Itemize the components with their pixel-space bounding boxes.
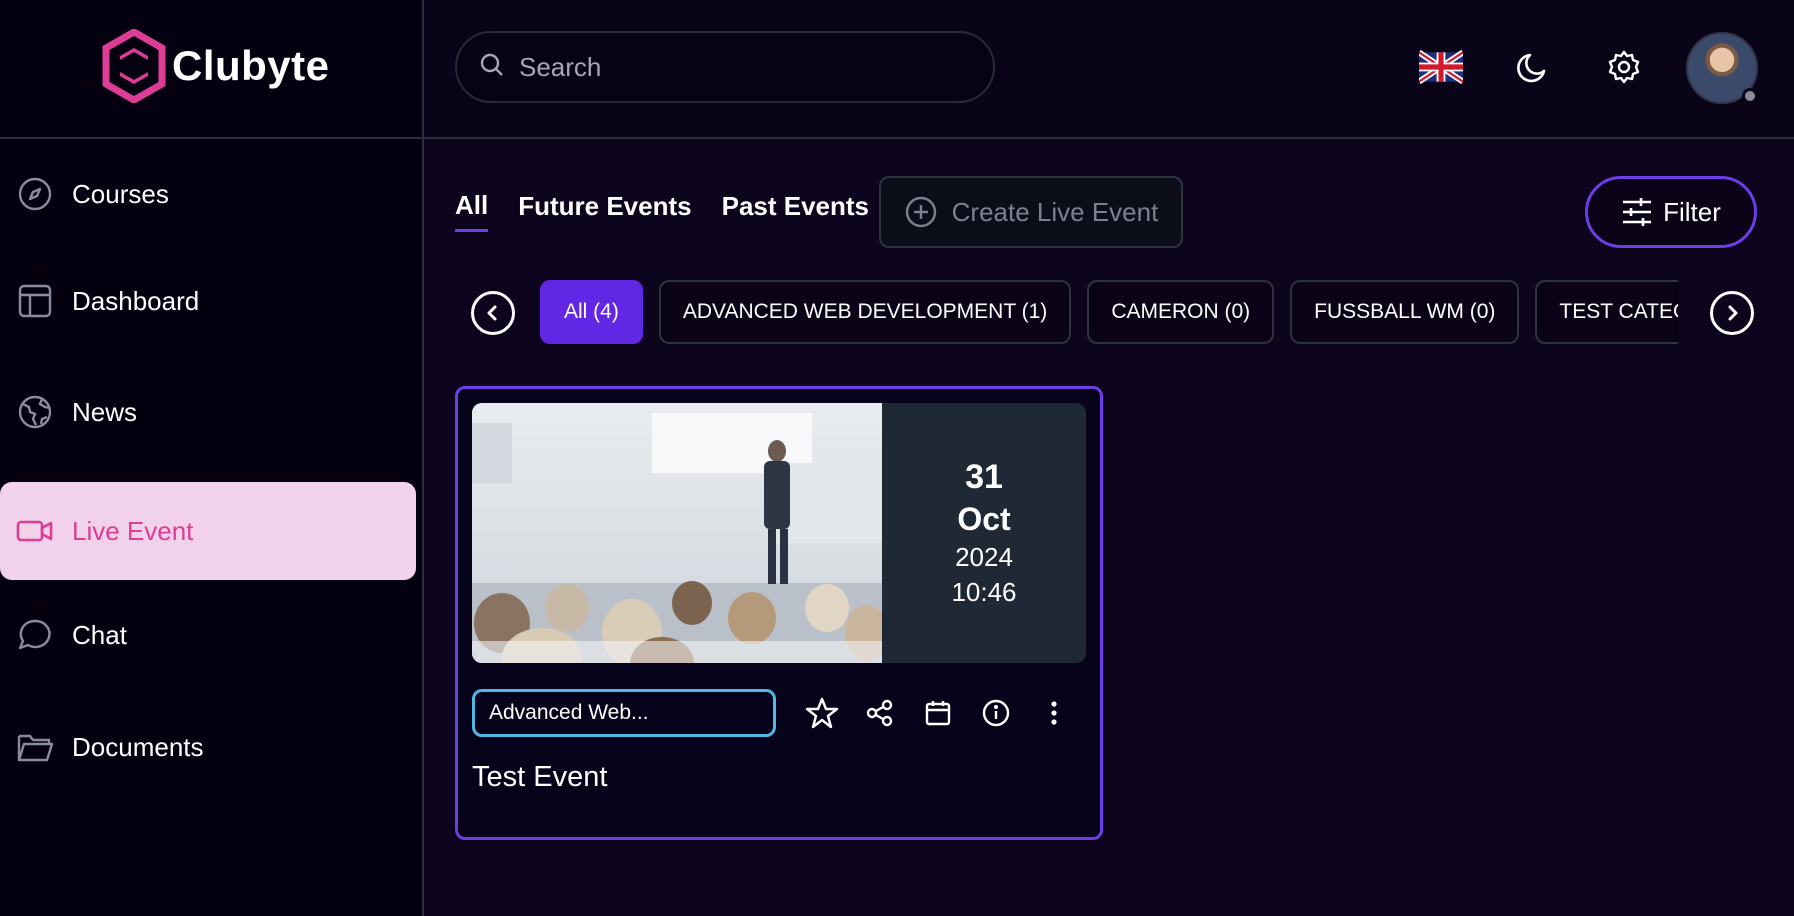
filter-label: Filter	[1663, 196, 1721, 227]
event-title: Test Event	[472, 761, 608, 793]
event-date-panel: 31 Oct 2024 10:46	[882, 403, 1086, 663]
category-chip-test-category[interactable]: TEST CATEGORY	[1535, 280, 1678, 344]
folder-icon	[16, 728, 54, 766]
event-day: 31	[965, 458, 1003, 496]
status-indicator	[1742, 88, 1758, 104]
event-year: 2024	[955, 542, 1013, 572]
sidebar-item-courses[interactable]: Courses	[0, 145, 416, 243]
sidebar-item-chat[interactable]: Chat	[0, 586, 416, 684]
sidebar-item-label: Documents	[72, 731, 204, 762]
sidebar-item-label: News	[72, 396, 138, 427]
category-chips-viewport: All (4) ADVANCED WEB DEVELOPMENT (1) CAM…	[540, 280, 1678, 346]
event-time: 10:46	[951, 577, 1017, 607]
search-bar[interactable]	[455, 31, 995, 103]
tab-past-events[interactable]: Past Events	[722, 191, 869, 232]
share-icon	[866, 699, 893, 727]
event-card[interactable]: 31 Oct 2024 10:46 Advanced Web... Test E…	[455, 386, 1103, 840]
category-chip-cameron[interactable]: CAMERON (0)	[1087, 280, 1275, 344]
uk-flag-icon	[1419, 50, 1463, 84]
search-input[interactable]	[519, 51, 959, 83]
dark-mode-toggle[interactable]	[1510, 44, 1556, 90]
create-live-event-label: Create Live Event	[951, 196, 1159, 227]
sidebar-item-label: Chat	[72, 619, 127, 650]
compass-icon	[16, 175, 54, 213]
category-carousel: All (4) ADVANCED WEB DEVELOPMENT (1) CAM…	[468, 280, 1754, 346]
video-icon	[16, 512, 54, 550]
calendar-icon	[925, 701, 951, 726]
category-chips: All (4) ADVANCED WEB DEVELOPMENT (1) CAM…	[540, 280, 1678, 344]
event-image	[472, 403, 882, 663]
sidebar-item-live-event[interactable]: Live Event	[0, 482, 416, 580]
more-options-button[interactable]	[1036, 695, 1072, 731]
layout-icon	[16, 282, 54, 320]
event-category-tag[interactable]: Advanced Web...	[472, 689, 776, 737]
add-to-calendar-button[interactable]	[920, 695, 956, 731]
event-tabs: All Future Events Past Events	[455, 190, 869, 232]
sidebar-item-news[interactable]: News	[0, 363, 416, 461]
moon-icon	[1517, 53, 1546, 83]
carousel-next-button[interactable]	[1710, 291, 1754, 335]
favorite-button[interactable]	[804, 695, 840, 731]
brand-name: Clubyte	[172, 42, 330, 89]
language-selector[interactable]	[1418, 44, 1464, 90]
chevron-left-icon	[487, 305, 497, 321]
globe-icon	[16, 393, 54, 431]
plus-circle-icon	[905, 196, 936, 228]
info-icon	[982, 699, 1010, 727]
event-actions	[804, 689, 1072, 737]
event-month: Oct	[957, 501, 1011, 537]
share-button[interactable]	[862, 695, 898, 731]
info-button[interactable]	[978, 695, 1014, 731]
gear-icon	[1608, 50, 1640, 84]
more-vertical-icon	[1051, 701, 1057, 725]
chat-bubble-icon	[16, 616, 54, 654]
category-chip-advanced-web-development[interactable]: ADVANCED WEB DEVELOPMENT (1)	[658, 280, 1072, 344]
star-icon	[805, 697, 839, 729]
sidebar-item-label: Live Event	[72, 515, 194, 546]
carousel-prev-button[interactable]	[471, 291, 515, 335]
sidebar-item-dashboard[interactable]: Dashboard	[0, 252, 416, 350]
tab-all[interactable]: All	[455, 190, 489, 232]
brand-logo[interactable]: Clubyte	[102, 28, 330, 104]
sidebar-item-documents[interactable]: Documents	[0, 698, 416, 796]
sidebar-item-label: Courses	[72, 178, 169, 209]
event-media: 31 Oct 2024 10:46	[472, 403, 1086, 663]
category-chip-fussball-wm[interactable]: FUSSBALL WM (0)	[1290, 280, 1520, 344]
settings-button[interactable]	[1601, 44, 1647, 90]
hexagon-logo-icon	[102, 29, 166, 103]
tab-future-events[interactable]: Future Events	[518, 191, 691, 232]
category-chip-all[interactable]: All (4)	[540, 280, 643, 344]
search-icon	[479, 52, 505, 83]
filter-button[interactable]: Filter	[1585, 176, 1757, 248]
create-live-event-button[interactable]: Create Live Event	[879, 176, 1183, 248]
sliders-icon	[1623, 198, 1652, 226]
chevron-right-icon	[1728, 305, 1738, 321]
sidebar-item-label: Dashboard	[72, 285, 200, 316]
